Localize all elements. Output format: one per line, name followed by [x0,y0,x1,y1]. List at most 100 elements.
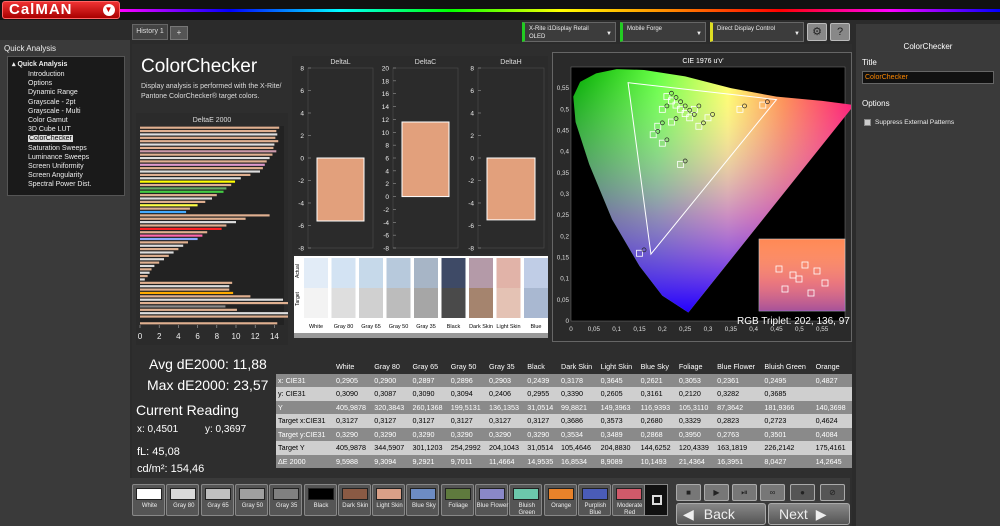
table-cell: 16,3951 [715,454,763,468]
patch-button[interactable]: Moderate Red [612,484,646,516]
tree-root[interactable]: ▴ Quick Analysis [12,60,67,68]
table-header: White Gray 80 Gray 65 Gray 50 Gray 35 Black Da… [276,360,852,374]
y-tick-label: -8 [383,246,389,253]
patch-button[interactable]: Gray 50 [234,484,268,516]
chart-title: DeltaL [330,59,350,66]
patch-button[interactable]: Gray 65 [200,484,234,516]
play-button[interactable]: ▶ [704,484,729,501]
next-button[interactable]: Next ▶ [768,503,850,525]
y-tick-label: 0,15 [557,255,570,262]
patch-button[interactable]: Gray 35 [269,484,303,516]
y-tick-label: -4 [298,201,304,208]
x-tick-label: 10 [232,332,241,341]
bar [140,136,276,139]
swatch-actual [386,258,411,288]
table-cell: 116,9393 [638,400,677,414]
column-header: Bluish Green [764,362,806,372]
help-button[interactable]: ? [830,23,850,41]
patch-button[interactable]: Purplish Blue [577,484,611,516]
patch-label: Dark Skin [342,503,369,509]
patch-swatch [341,488,368,500]
table-cell: 0,3290 [334,427,373,441]
chart-title: DeltaC [415,59,436,66]
swatch-actual [304,258,328,288]
play-icon: ▶ [713,488,720,497]
table-cell: 0,3686 [559,414,599,428]
patch-button[interactable]: Gray 80 [166,484,200,516]
patch-button[interactable]: Bluish Green [509,484,543,516]
back-button[interactable]: ◀ Back [676,503,766,525]
bar [140,133,278,136]
patch-label: Purplish Blue [584,503,607,516]
tree-item[interactable]: Dynamic Range [28,89,78,96]
patch-label: Gray 50 [241,503,264,509]
table-cell: 0,3053 [676,373,716,387]
tree-item[interactable]: Options [28,80,52,87]
read-series-button[interactable]: ⏯ [732,484,757,501]
tree-item[interactable]: ColorChecker [28,135,73,143]
y-tick-label: 0,25 [557,212,570,219]
patch-button[interactable]: Dark Skin [337,484,371,516]
tree-item[interactable]: Luminance Sweeps [28,154,89,161]
tree-item[interactable]: Screen Uniformity [28,163,84,170]
bar [140,254,169,257]
x-tick-label: 6 [195,332,200,341]
tree-item[interactable]: 3D Cube LUT [28,126,71,133]
bar [140,210,187,214]
settings-button[interactable]: ⚙ [807,23,827,41]
patch-swatch [581,488,608,500]
source-select[interactable]: Mobile Forge ▼ [620,22,706,42]
add-tab-button[interactable]: + [170,26,188,40]
patch-button[interactable]: Orange [543,484,577,516]
row-label-target: Target [295,291,301,306]
bar [140,214,270,217]
tree-item[interactable]: Color Gamut [28,117,68,124]
tree-item[interactable]: Grayscale - 2pt [28,99,75,106]
title-input[interactable]: ColorChecker [862,71,994,84]
patch-button[interactable]: Blue Flower [475,484,508,516]
app-logo[interactable]: CalMAN ▼ [2,1,120,19]
patch-button[interactable]: White [132,484,165,516]
y-tick-label: 20 [382,66,390,73]
tree-item[interactable]: Spectral Power Dist. [28,181,91,188]
cancel-button[interactable]: ⊘ [820,484,845,501]
y-tick-label: 18 [382,78,390,85]
meter-select[interactable]: X-Rite i1Display Retail OLED ▼ [522,22,616,42]
table-cell: x: CIE31 [276,373,335,387]
gear-icon: ⚙ [812,26,822,38]
patch-button[interactable]: Blue Sky [406,484,440,516]
table-cell: 0,3534 [559,427,599,441]
table-cell: 120,4339 [676,441,716,455]
table-cell: 0,2905 [334,373,373,387]
stop-button[interactable] [644,484,668,516]
display-select[interactable]: Direct Display Control ▼ [710,22,804,42]
y-tick-label: 12 [382,117,390,124]
patch-button[interactable]: Foliage [440,484,474,516]
tab-history[interactable]: History 1 [132,24,168,40]
patch-button[interactable]: Light Skin [372,484,406,516]
bar [140,298,284,301]
deltae-svg: DeltaE 2000 0 2 4 6 8 10 12 14 [138,117,288,341]
table-cell: 31,0514 [525,441,560,455]
y-tick-label: 0,35 [557,170,570,177]
table-row: Target y:CIE31 0,3290 0,3290 0,3290 0,3290 0,… [276,427,852,441]
suppress-patterns-checkbox[interactable] [864,119,871,126]
tree-item[interactable]: Screen Angularity [28,172,83,179]
chevron-down-icon[interactable]: ▼ [103,4,115,16]
current-reading-title: Current Reading [136,402,239,418]
tree-item[interactable]: Grayscale - Multi [28,108,81,115]
table-cell: ΔE 2000 [276,454,335,468]
tree-item[interactable]: Saturation Sweeps [28,145,87,152]
table-cell: 199,5131 [448,400,488,414]
y-tick-label: 0 [385,194,389,201]
record-button[interactable]: ● [790,484,815,501]
stop-meas-button[interactable]: ■ [676,484,701,501]
swatch-target [524,288,548,318]
continuous-button[interactable]: ∞ [760,484,785,501]
swatch-label: Light Skin [496,324,520,330]
tree-item[interactable]: Introduction [28,71,65,78]
chart-title: CIE 1976 u'v' [682,58,723,65]
y-tick-label: -4 [383,220,389,227]
bar [140,177,241,180]
patch-button[interactable]: Black [303,484,337,516]
